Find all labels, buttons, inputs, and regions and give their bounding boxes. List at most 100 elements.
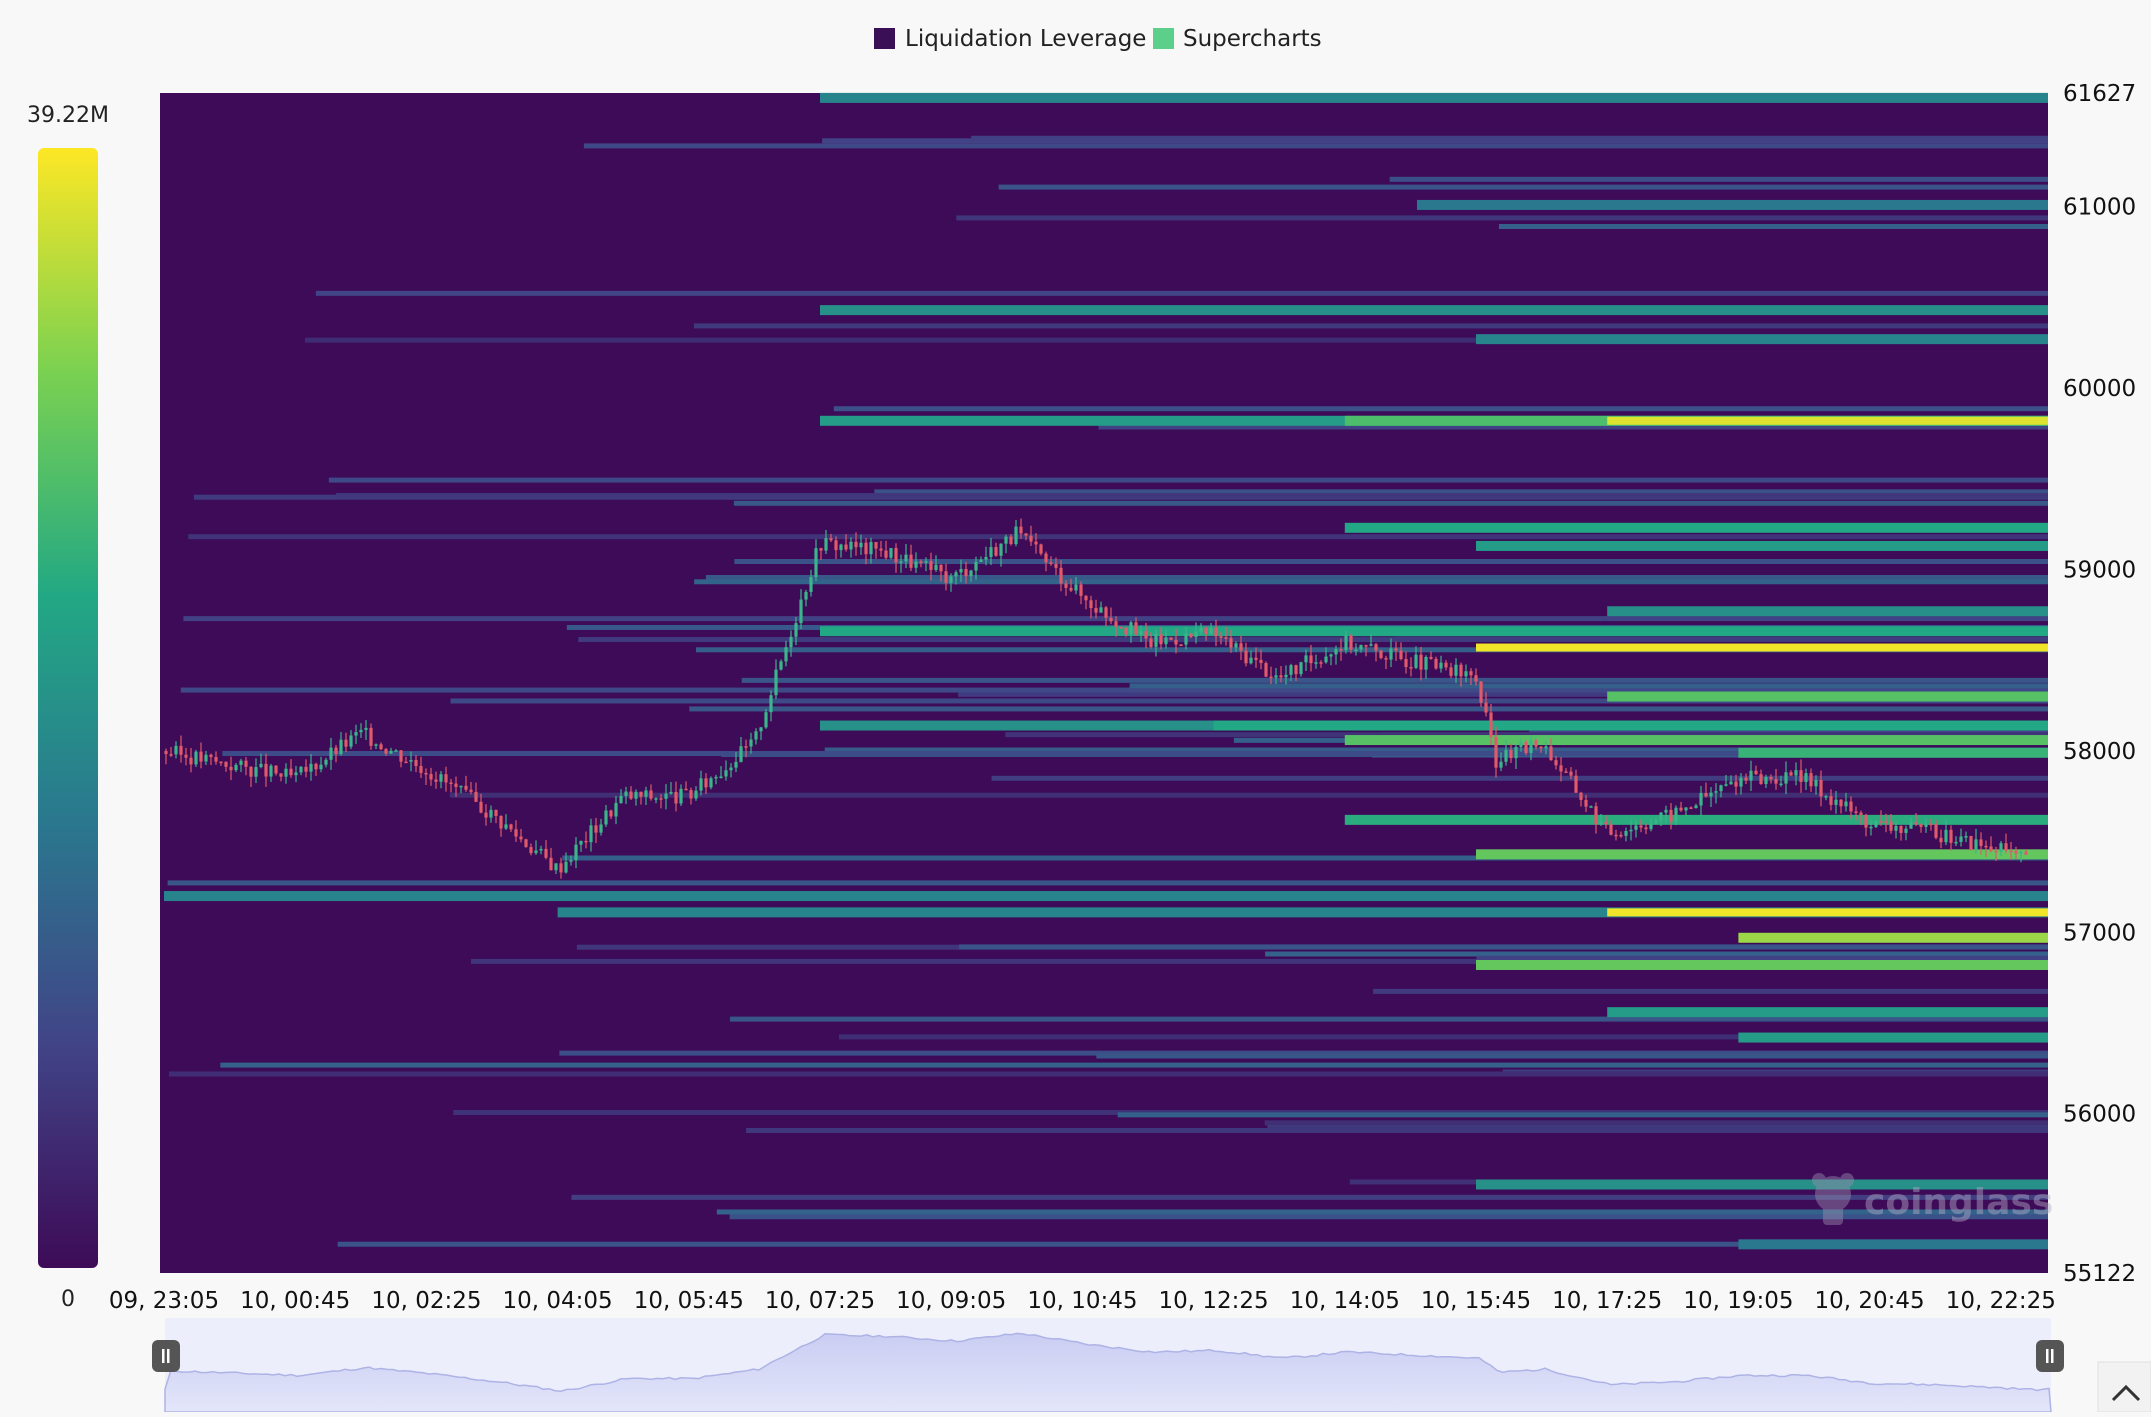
candle-body: [1714, 791, 1718, 793]
candle-body: [1379, 650, 1383, 659]
candle-body: [1734, 781, 1738, 787]
plot-area[interactable]: [160, 93, 2048, 1273]
candle-body: [449, 782, 453, 784]
candle-body: [399, 750, 403, 762]
candle-body: [1994, 850, 1998, 853]
candle-body: [1934, 824, 1938, 838]
candle-body: [899, 561, 903, 563]
liquidation-band: [1738, 1032, 2048, 1043]
candle-body: [914, 561, 918, 568]
scroll-up-button[interactable]: [2097, 1361, 2151, 1413]
candle-body: [554, 863, 558, 871]
candle-body: [769, 695, 773, 713]
candle-body: [1224, 637, 1228, 639]
candle-body: [1959, 836, 1963, 842]
candle-body: [1569, 771, 1573, 776]
candle-body: [1679, 807, 1683, 811]
candle-body: [1984, 845, 1988, 848]
candle-body: [779, 661, 783, 670]
candle-body: [719, 776, 723, 778]
candle-body: [1229, 637, 1233, 648]
navigator-right-handle[interactable]: [2036, 1340, 2064, 1372]
candle-body: [509, 824, 513, 830]
navigator-left-handle[interactable]: [152, 1340, 180, 1372]
legend-label-supercharts[interactable]: Supercharts: [1183, 26, 1322, 52]
candle-body: [1029, 535, 1033, 542]
candle-body: [1729, 781, 1733, 785]
candle-body: [959, 569, 963, 573]
candle-body: [844, 544, 848, 550]
candle-body: [1924, 823, 1928, 827]
candle-body: [1214, 627, 1218, 637]
candle-body: [1939, 837, 1943, 843]
candle-body: [1174, 639, 1178, 645]
candle-body: [589, 825, 593, 843]
candle-body: [1444, 662, 1448, 668]
candle-body: [1534, 740, 1538, 747]
legend-label-liquidation-leverage[interactable]: Liquidation Leverage: [905, 26, 1146, 52]
candle-body: [279, 773, 283, 777]
candle-body: [2004, 843, 2008, 851]
liquidation-band: [167, 880, 2049, 886]
candle-body: [1234, 643, 1238, 648]
candle-body: [1269, 676, 1273, 679]
candle-body: [1204, 627, 1208, 634]
candle-body: [1969, 836, 1973, 851]
candle-body: [579, 840, 583, 845]
candle-body: [249, 766, 253, 777]
liquidation-band: [1213, 720, 2048, 731]
x-tick-label: 10, 22:25: [1946, 1288, 2056, 1314]
candle-body: [479, 801, 483, 813]
candle-body: [354, 732, 358, 736]
candle-body: [1364, 645, 1368, 647]
candle-body: [864, 542, 868, 555]
candle-body: [1619, 834, 1623, 837]
candle-body: [569, 860, 573, 862]
liquidation-band: [1096, 1053, 2048, 1059]
candle-body: [1859, 812, 1863, 815]
candle-body: [804, 591, 808, 600]
candle-body: [1169, 637, 1173, 640]
candle-body: [969, 570, 973, 577]
candle-body: [1459, 664, 1463, 677]
candle-body: [1189, 633, 1193, 637]
liquidation-band: [164, 891, 2048, 902]
candle-body: [1089, 600, 1093, 609]
candle-body: [1824, 796, 1828, 798]
candle-body: [1104, 607, 1108, 618]
candle-body: [1634, 825, 1638, 830]
y-tick-label: 61000: [2063, 195, 2136, 221]
candle-body: [749, 739, 753, 747]
candle-body: [669, 791, 673, 794]
candle-body: [939, 564, 943, 572]
candle-body: [1589, 806, 1593, 808]
range-navigator[interactable]: [152, 1318, 2064, 1413]
x-tick-label: 10, 05:45: [634, 1288, 744, 1314]
liquidation-band: [1373, 988, 2048, 994]
candle-body: [1754, 770, 1758, 775]
watermark-text: coinglass: [1864, 1182, 2053, 1223]
candle-body: [639, 791, 643, 797]
colorbar-gradient: [38, 148, 98, 1268]
candle-body: [894, 548, 898, 563]
candle-body: [1024, 533, 1028, 536]
candle-body: [369, 727, 373, 746]
candle-body: [824, 538, 828, 551]
candle-body: [929, 561, 933, 570]
candle-body: [1249, 657, 1253, 664]
liquidation-band: [991, 775, 2049, 781]
legend[interactable]: Liquidation Leverage Supercharts: [874, 26, 1322, 52]
candle-body: [889, 548, 893, 558]
liquidation-band: [1264, 1120, 2048, 1126]
colorbar-min-label: 0: [61, 1287, 75, 1312]
x-tick-label: 10, 14:05: [1290, 1288, 1400, 1314]
candle-body: [1354, 649, 1358, 652]
candle-body: [264, 763, 268, 777]
candle-body: [384, 749, 388, 754]
candle-body: [1524, 741, 1528, 754]
candle-body: [389, 750, 393, 754]
candle-body: [614, 803, 618, 817]
candle-body: [1389, 648, 1393, 660]
candle-body: [494, 809, 498, 816]
y-tick-label: 60000: [2063, 376, 2136, 402]
